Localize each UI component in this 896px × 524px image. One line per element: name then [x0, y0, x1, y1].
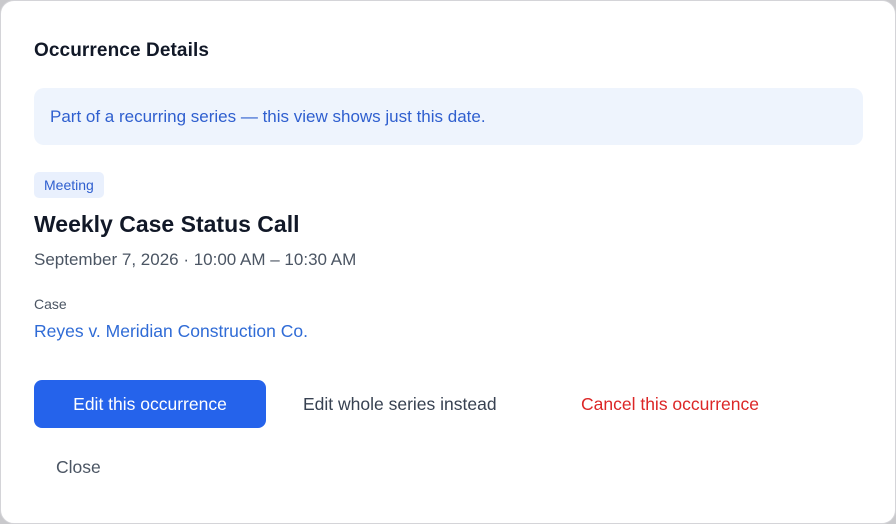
- case-label: Case: [34, 296, 67, 312]
- banner-text: Part of a recurring series — this view s…: [50, 106, 486, 126]
- event-title: Weekly Case Status Call: [34, 211, 300, 237]
- close-button[interactable]: Close: [56, 445, 101, 489]
- event-datetime: September 7, 2026 · 10:00 AM – 10:30 AM: [34, 250, 357, 269]
- edit-series-button[interactable]: Edit whole series instead: [303, 380, 497, 428]
- event-type-tag: Meeting: [34, 172, 104, 198]
- occurrence-details-dialog: Occurrence Details Part of a recurring s…: [0, 0, 896, 524]
- dialog-title: Occurrence Details: [34, 40, 209, 61]
- recurring-series-banner: Part of a recurring series — this view s…: [34, 88, 863, 145]
- case-link[interactable]: Reyes v. Meridian Construction Co.: [34, 321, 308, 342]
- cancel-occurrence-button[interactable]: Cancel this occurrence: [581, 380, 759, 428]
- edit-occurrence-button[interactable]: Edit this occurrence: [34, 380, 266, 428]
